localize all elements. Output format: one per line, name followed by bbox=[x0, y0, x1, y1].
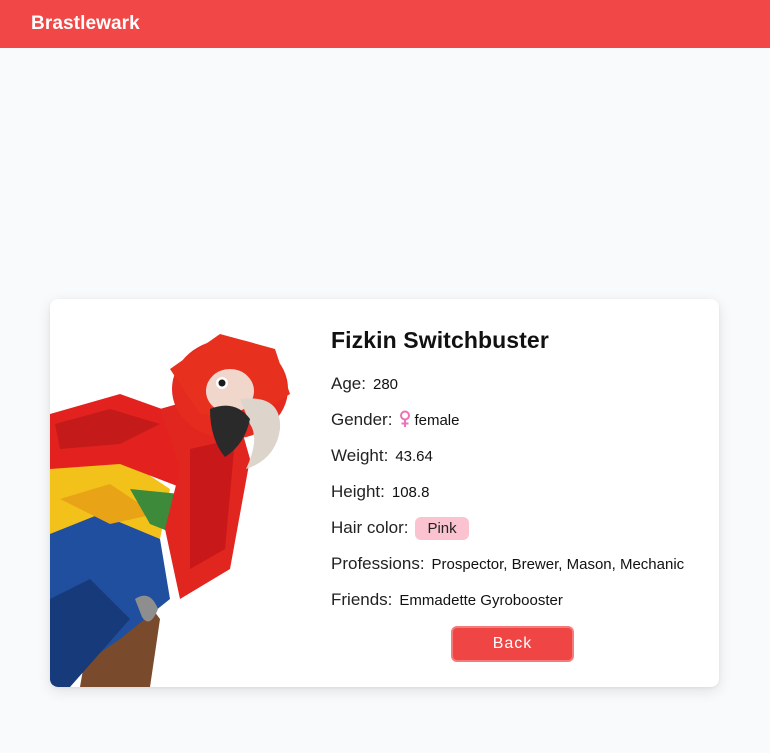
female-icon bbox=[399, 410, 411, 428]
gnome-name: Fizkin Switchbuster bbox=[331, 327, 549, 353]
back-wrap: Back bbox=[451, 626, 574, 662]
gnome-photo bbox=[50, 299, 320, 687]
weight-label: Weight: bbox=[331, 446, 389, 465]
gender-label: Gender: bbox=[331, 410, 393, 429]
professions-label: Professions: bbox=[331, 554, 425, 573]
gender-value: female bbox=[414, 411, 460, 429]
friend-link[interactable]: Emmadette Gyrobooster bbox=[399, 592, 562, 609]
gnome-detail-card: Fizkin Switchbuster Age: 280 Gender: fem… bbox=[50, 299, 719, 687]
hair-color-row: Hair color: Pink bbox=[331, 510, 711, 546]
height-row: Height: 108.8 bbox=[331, 474, 711, 510]
age-value: 280 bbox=[372, 375, 399, 393]
age-label: Age: bbox=[331, 374, 366, 393]
hair-color-label: Hair color: bbox=[331, 518, 409, 537]
gnome-info: Fizkin Switchbuster Age: 280 Gender: fem… bbox=[331, 327, 711, 618]
friends-row: Friends: Emmadette Gyrobooster bbox=[331, 582, 711, 618]
gender-row: Gender: female bbox=[331, 402, 711, 438]
hair-color-badge: Pink bbox=[415, 516, 469, 540]
back-button[interactable]: Back bbox=[451, 626, 574, 662]
top-navbar: Brastlewark bbox=[0, 0, 770, 48]
app-title[interactable]: Brastlewark bbox=[31, 13, 140, 35]
weight-row: Weight: 43.64 bbox=[331, 438, 711, 474]
professions-value: Prospector, Brewer, Mason, Mechanic bbox=[431, 555, 685, 573]
parrot-image bbox=[50, 299, 320, 687]
weight-value: 43.64 bbox=[395, 447, 433, 465]
age-row: Age: 280 bbox=[331, 366, 711, 402]
height-label: Height: bbox=[331, 482, 385, 501]
professions-row: Professions: Prospector, Brewer, Mason, … bbox=[331, 546, 711, 582]
friends-label: Friends: bbox=[331, 590, 393, 609]
height-value: 108.8 bbox=[391, 483, 430, 501]
